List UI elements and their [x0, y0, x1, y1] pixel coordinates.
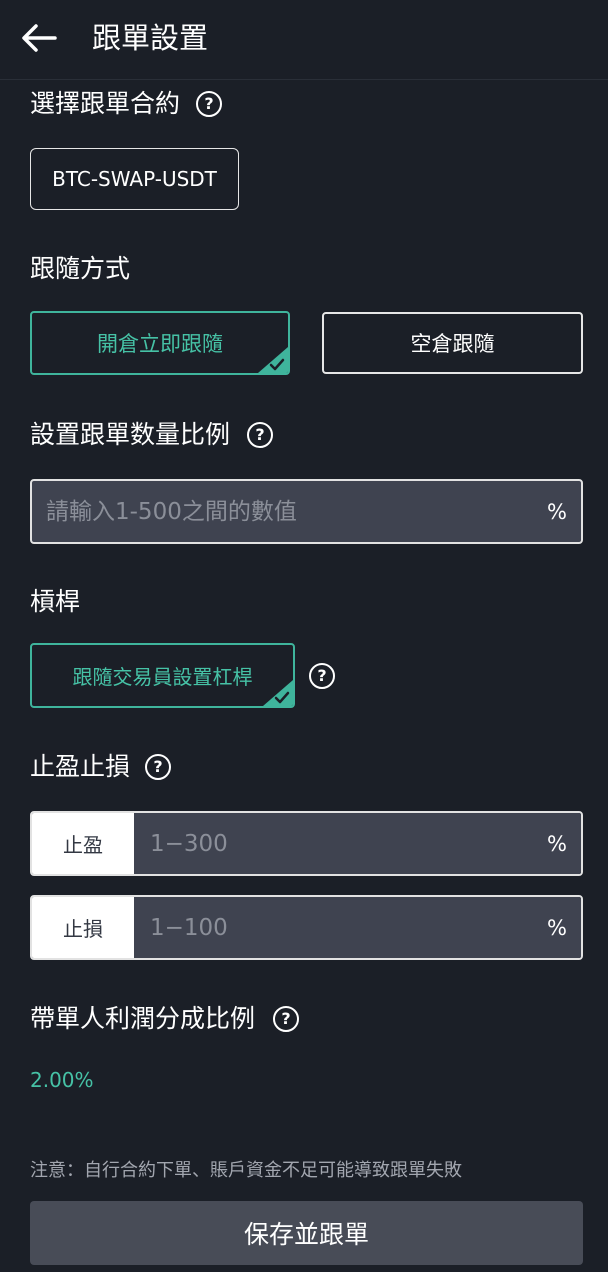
contract-section-label: 選擇跟單合約	[30, 89, 181, 118]
tpsl-section-label: 止盈止損	[30, 752, 131, 781]
ratio-input-box: %	[30, 479, 583, 544]
save-and-follow-button[interactable]: 保存並跟單	[30, 1201, 583, 1265]
follow-mode-label: 跟隨方式	[30, 254, 131, 283]
follow-when-empty-option[interactable]: 空倉跟隨	[322, 312, 583, 374]
stop-loss-unit: %	[547, 915, 567, 940]
stop-loss-field: 止損 %	[30, 895, 583, 960]
stop-loss-input-wrapper: %	[134, 897, 581, 958]
take-profit-input-wrapper: %	[134, 813, 581, 874]
page-title: 跟單設置	[92, 21, 209, 55]
tpsl-help-icon[interactable]: ?	[145, 754, 171, 780]
take-profit-input[interactable]	[134, 813, 533, 874]
follow-trader-leverage-option[interactable]: 跟隨交易員設置杠桿	[30, 643, 295, 708]
check-icon	[263, 680, 293, 706]
stop-loss-input[interactable]	[134, 897, 533, 958]
leverage-section-label: 槓桿	[30, 587, 81, 616]
follow-immediately-label: 開倉立即跟隨	[97, 332, 223, 356]
check-icon	[258, 347, 288, 373]
stop-loss-label: 止損	[32, 897, 134, 958]
contract-selector-button[interactable]: BTC-SWAP-USDT	[30, 148, 239, 210]
contract-help-icon[interactable]: ?	[196, 91, 222, 117]
warning-note: 注意：自行合約下單、賬戶資金不足可能導致跟單失敗	[30, 1160, 462, 1181]
profit-share-value: 2.00%	[30, 1068, 94, 1092]
arrow-left-icon	[22, 24, 57, 52]
take-profit-field: 止盈 %	[30, 811, 583, 876]
back-button[interactable]	[18, 18, 60, 58]
follow-trader-leverage-label: 跟隨交易員設置杠桿	[72, 665, 253, 689]
ratio-section-label: 設置跟單数量比例	[30, 420, 231, 449]
ratio-unit: %	[547, 499, 567, 524]
profit-share-label: 帶單人利潤分成比例	[30, 1004, 256, 1033]
ratio-help-icon[interactable]: ?	[247, 422, 273, 448]
profit-share-help-icon[interactable]: ?	[273, 1006, 299, 1032]
take-profit-unit: %	[547, 831, 567, 856]
follow-immediately-option[interactable]: 開倉立即跟隨	[30, 311, 290, 375]
ratio-input[interactable]	[32, 481, 533, 542]
leverage-help-icon[interactable]: ?	[309, 663, 335, 689]
take-profit-label: 止盈	[32, 813, 134, 874]
